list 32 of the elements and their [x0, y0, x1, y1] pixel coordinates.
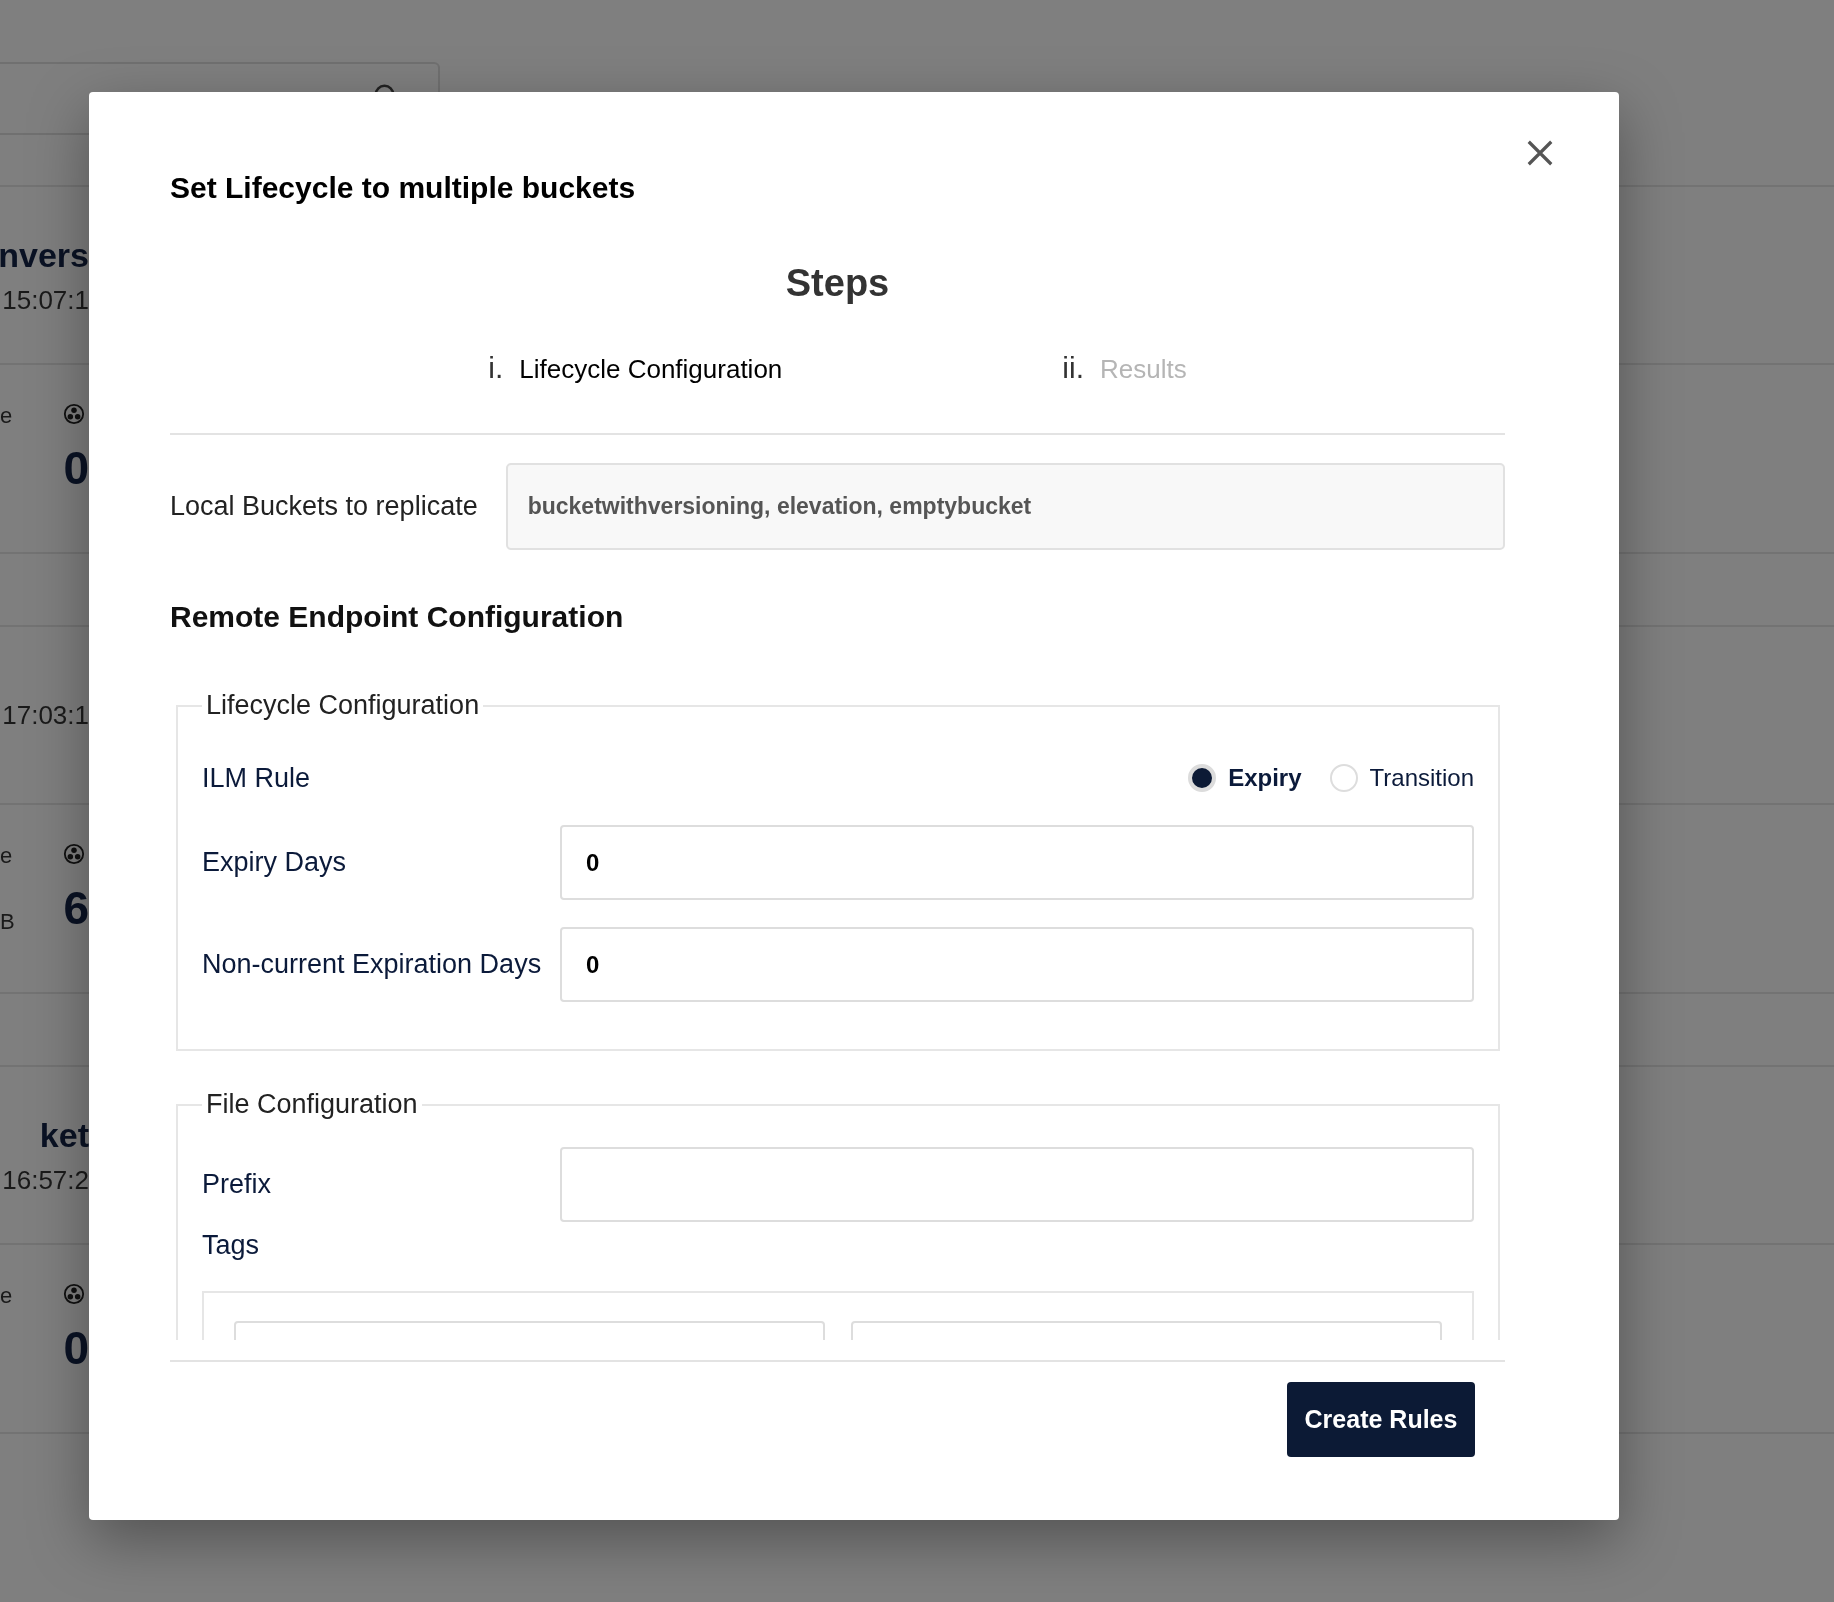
radio-option[interactable]: Transition: [1329, 764, 1474, 792]
field-label: ILM Rule: [202, 762, 311, 794]
create-rules-button[interactable]: Create Rules: [1287, 1382, 1475, 1457]
step-number: ii.: [1062, 351, 1084, 385]
bucket-name: nvers: [0, 235, 89, 276]
radio-option[interactable]: Expiry: [1188, 764, 1302, 792]
bucket-date: 15:07:1: [2, 284, 89, 317]
input-field[interactable]: 0: [560, 927, 1474, 1002]
stat-label: e: [0, 843, 14, 869]
field-label: Tags: [202, 1230, 261, 1261]
stat-value: 0: [63, 1325, 89, 1371]
step-number: i.: [488, 351, 504, 385]
bucket-date: 17:03:1: [2, 699, 89, 732]
section-heading: Remote Endpoint Configuration: [170, 600, 625, 634]
dialog-title: Set Lifecycle to multiple buckets: [170, 170, 637, 206]
input-field[interactable]: 0: [560, 825, 1474, 900]
step-tab[interactable]: Lifecycle Configuration: [519, 354, 783, 385]
bucket-date: 16:57:2: [2, 1164, 89, 1197]
field-label: Prefix: [202, 1169, 273, 1200]
field-label: Local Buckets to replicate: [170, 491, 478, 522]
steps-title: Steps: [784, 261, 891, 306]
field-label: Non-current Expiration Days: [202, 949, 542, 980]
stat-value: 0: [63, 445, 89, 491]
stat-label: e: [0, 1283, 13, 1309]
stat-unit: B: [0, 909, 15, 935]
fieldset-legend: Lifecycle Configuration: [202, 690, 484, 721]
fieldset-legend: File Configuration: [202, 1089, 422, 1120]
stat-label: e: [0, 403, 13, 429]
buckets-field: bucketwithversioning, elevation, emptybucket: [505, 463, 1505, 550]
bucket-name: ket: [39, 1115, 89, 1156]
stat-value: 6: [63, 885, 89, 931]
field-label: Expiry Days: [202, 847, 348, 878]
